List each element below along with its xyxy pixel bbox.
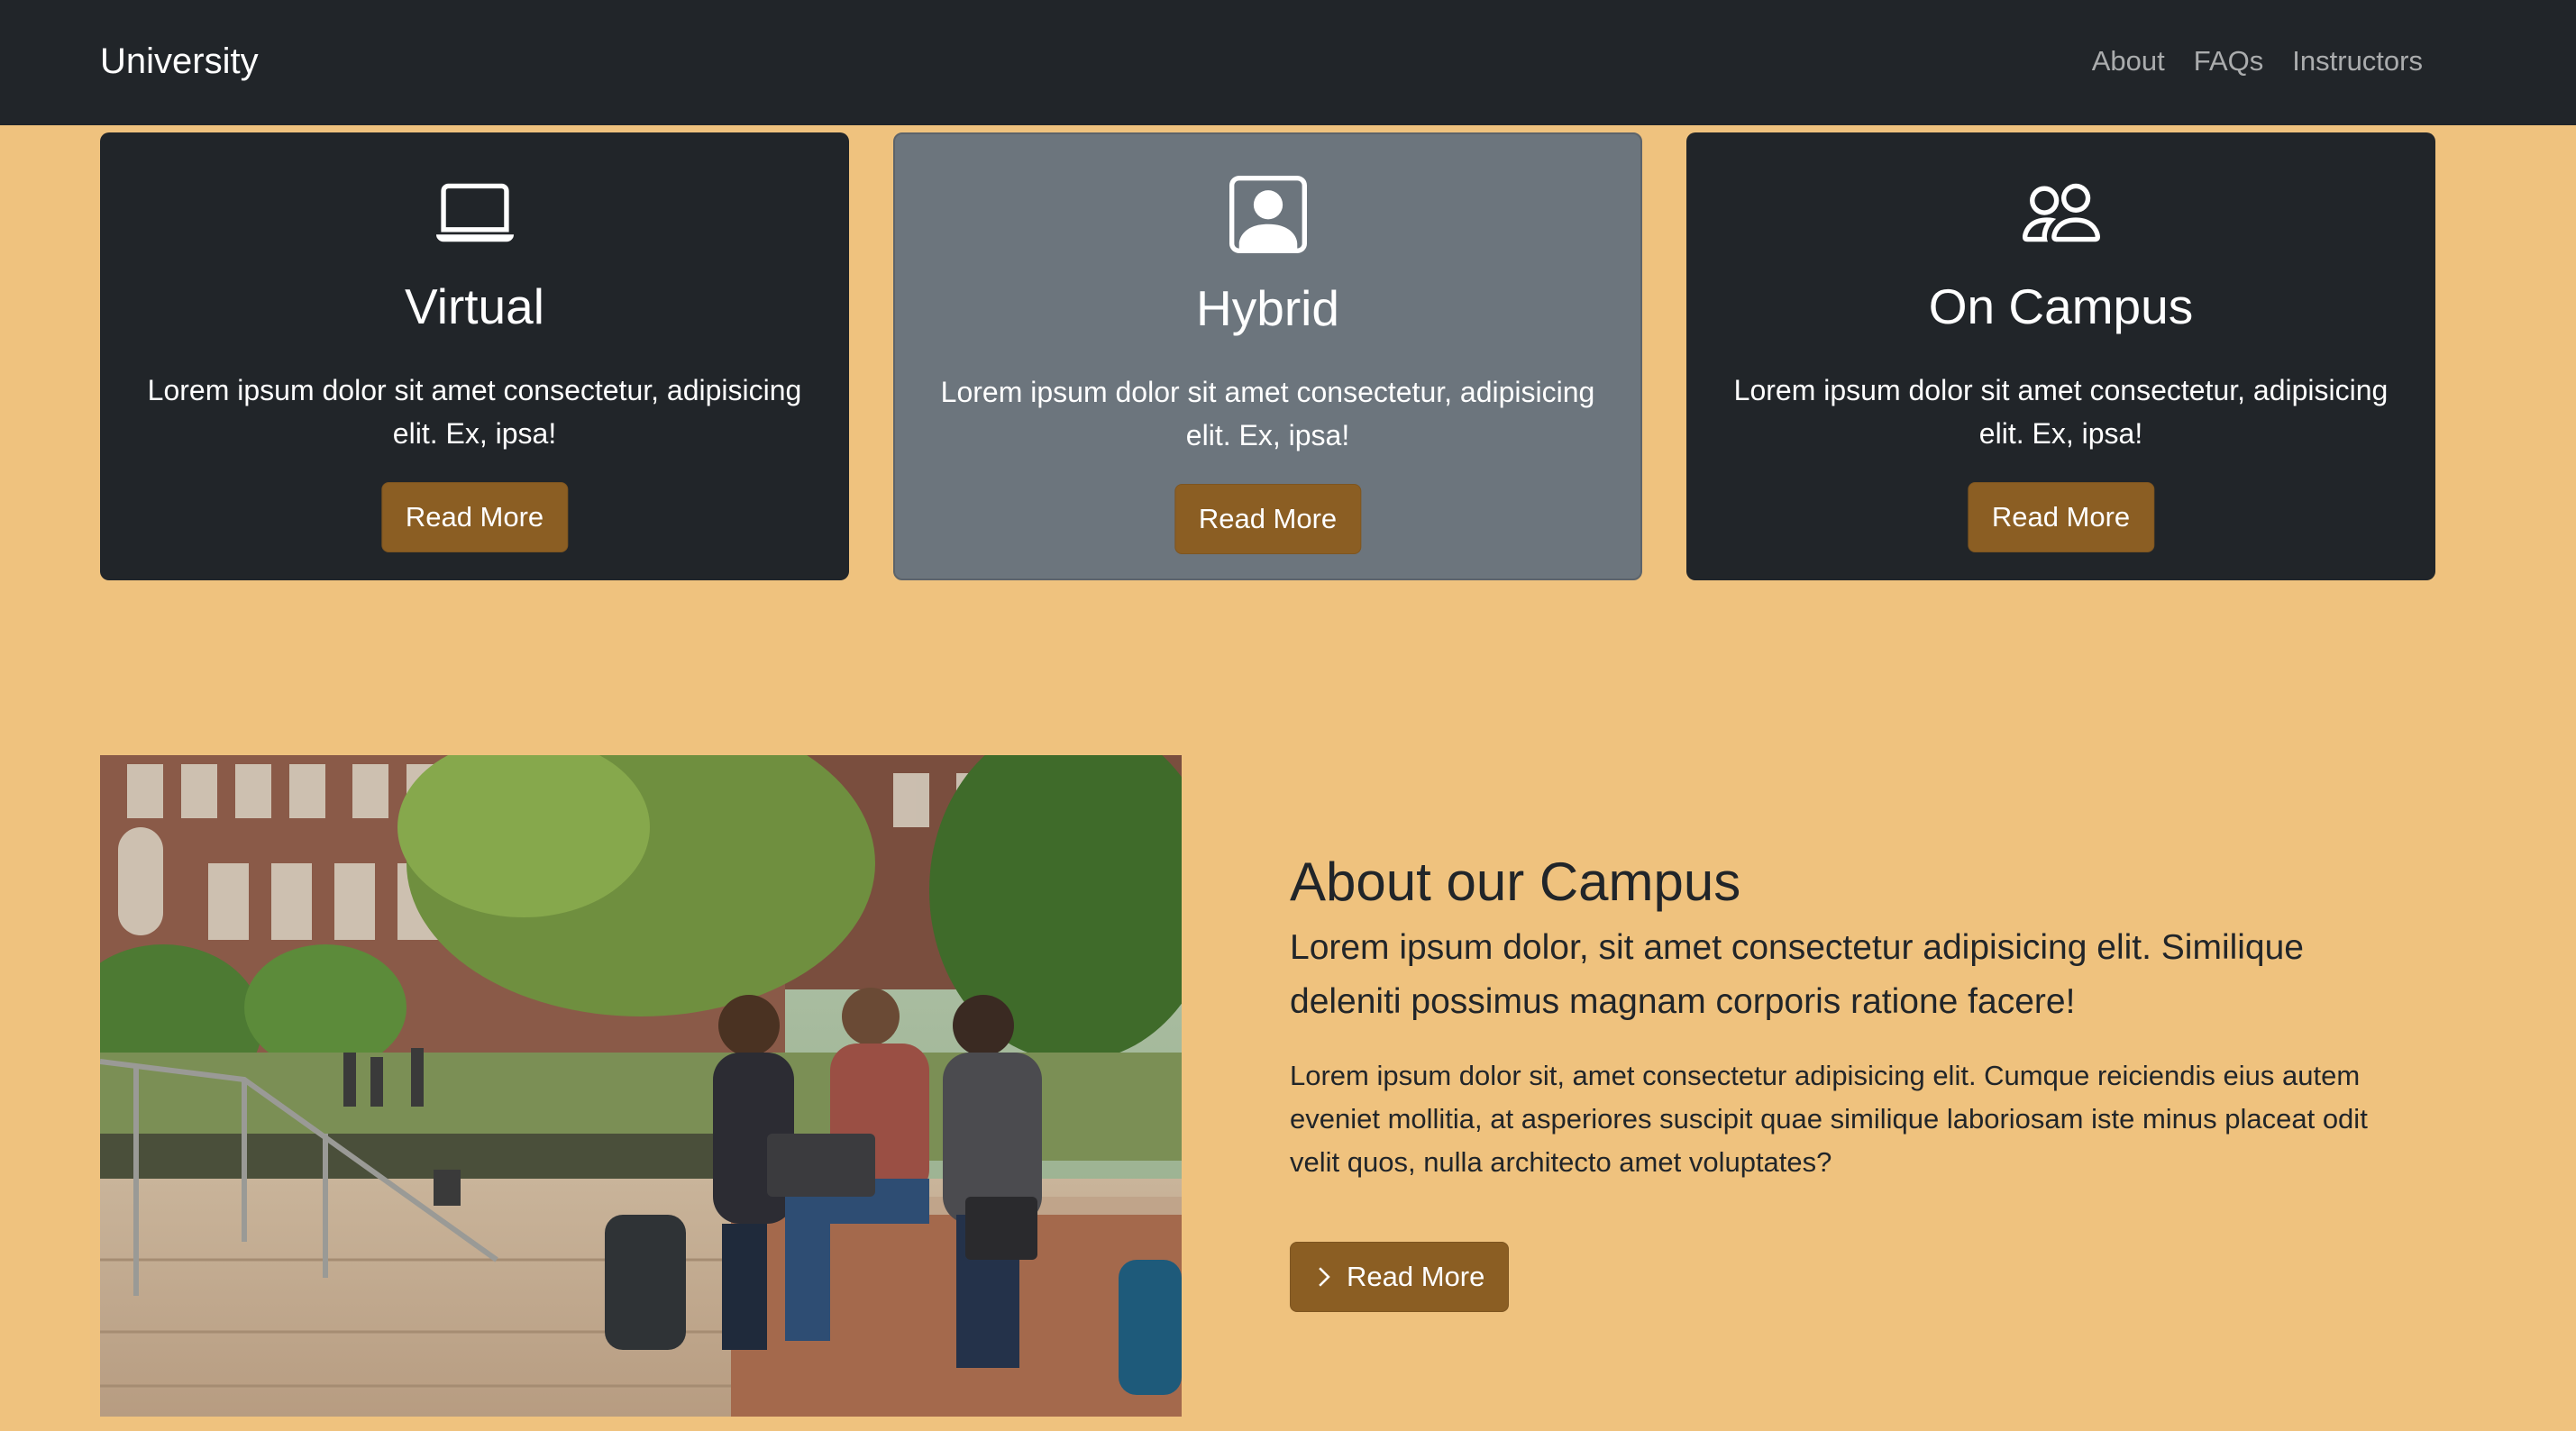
card-title: Hybrid [1196, 280, 1339, 336]
navbar: University About FAQs Instructors [0, 0, 2576, 125]
card-title: Virtual [405, 278, 544, 334]
card-hybrid: Hybrid Lorem ipsum dolor sit amet consec… [893, 132, 1642, 580]
about-body: Lorem ipsum dolor sit, amet consectetur … [1290, 1060, 2368, 1178]
about-read-more-label: Read More [1347, 1261, 1485, 1292]
about-lead: Lorem ipsum dolor, sit amet consectetur … [1290, 928, 2305, 1021]
card-on-campus: On Campus Lorem ipsum dolor sit amet con… [1686, 132, 2435, 580]
person-square-icon [895, 176, 1640, 253]
read-more-button[interactable]: Read More [1967, 482, 2155, 552]
campus-students-photo [100, 755, 1182, 1417]
about-section: About our Campus Lorem ipsum dolor, sit … [1290, 847, 2398, 1312]
read-more-button[interactable]: Read More [1174, 484, 1362, 554]
nav-links: About FAQs Instructors [2092, 41, 2423, 81]
about-read-more-button[interactable]: Read More [1290, 1242, 1510, 1312]
read-more-button[interactable]: Read More [380, 482, 569, 552]
nav-link-instructors[interactable]: Instructors [2292, 41, 2423, 81]
card-text: Lorem ipsum dolor sit amet consectetur, … [147, 374, 802, 450]
card-title: On Campus [1928, 278, 2194, 334]
chevron-right-icon [1319, 1267, 1330, 1287]
people-icon [1686, 174, 2435, 251]
card-text: Lorem ipsum dolor sit amet consectetur, … [940, 376, 1595, 451]
brand-link[interactable]: University [100, 38, 259, 85]
nav-link-faqs[interactable]: FAQs [2194, 41, 2264, 81]
card-text: Lorem ipsum dolor sit amet consectetur, … [1733, 374, 2389, 450]
about-title: About our Campus [1290, 852, 1741, 912]
laptop-icon [100, 174, 849, 251]
nav-link-about[interactable]: About [2092, 41, 2165, 81]
card-virtual: Virtual Lorem ipsum dolor sit amet conse… [100, 132, 849, 580]
